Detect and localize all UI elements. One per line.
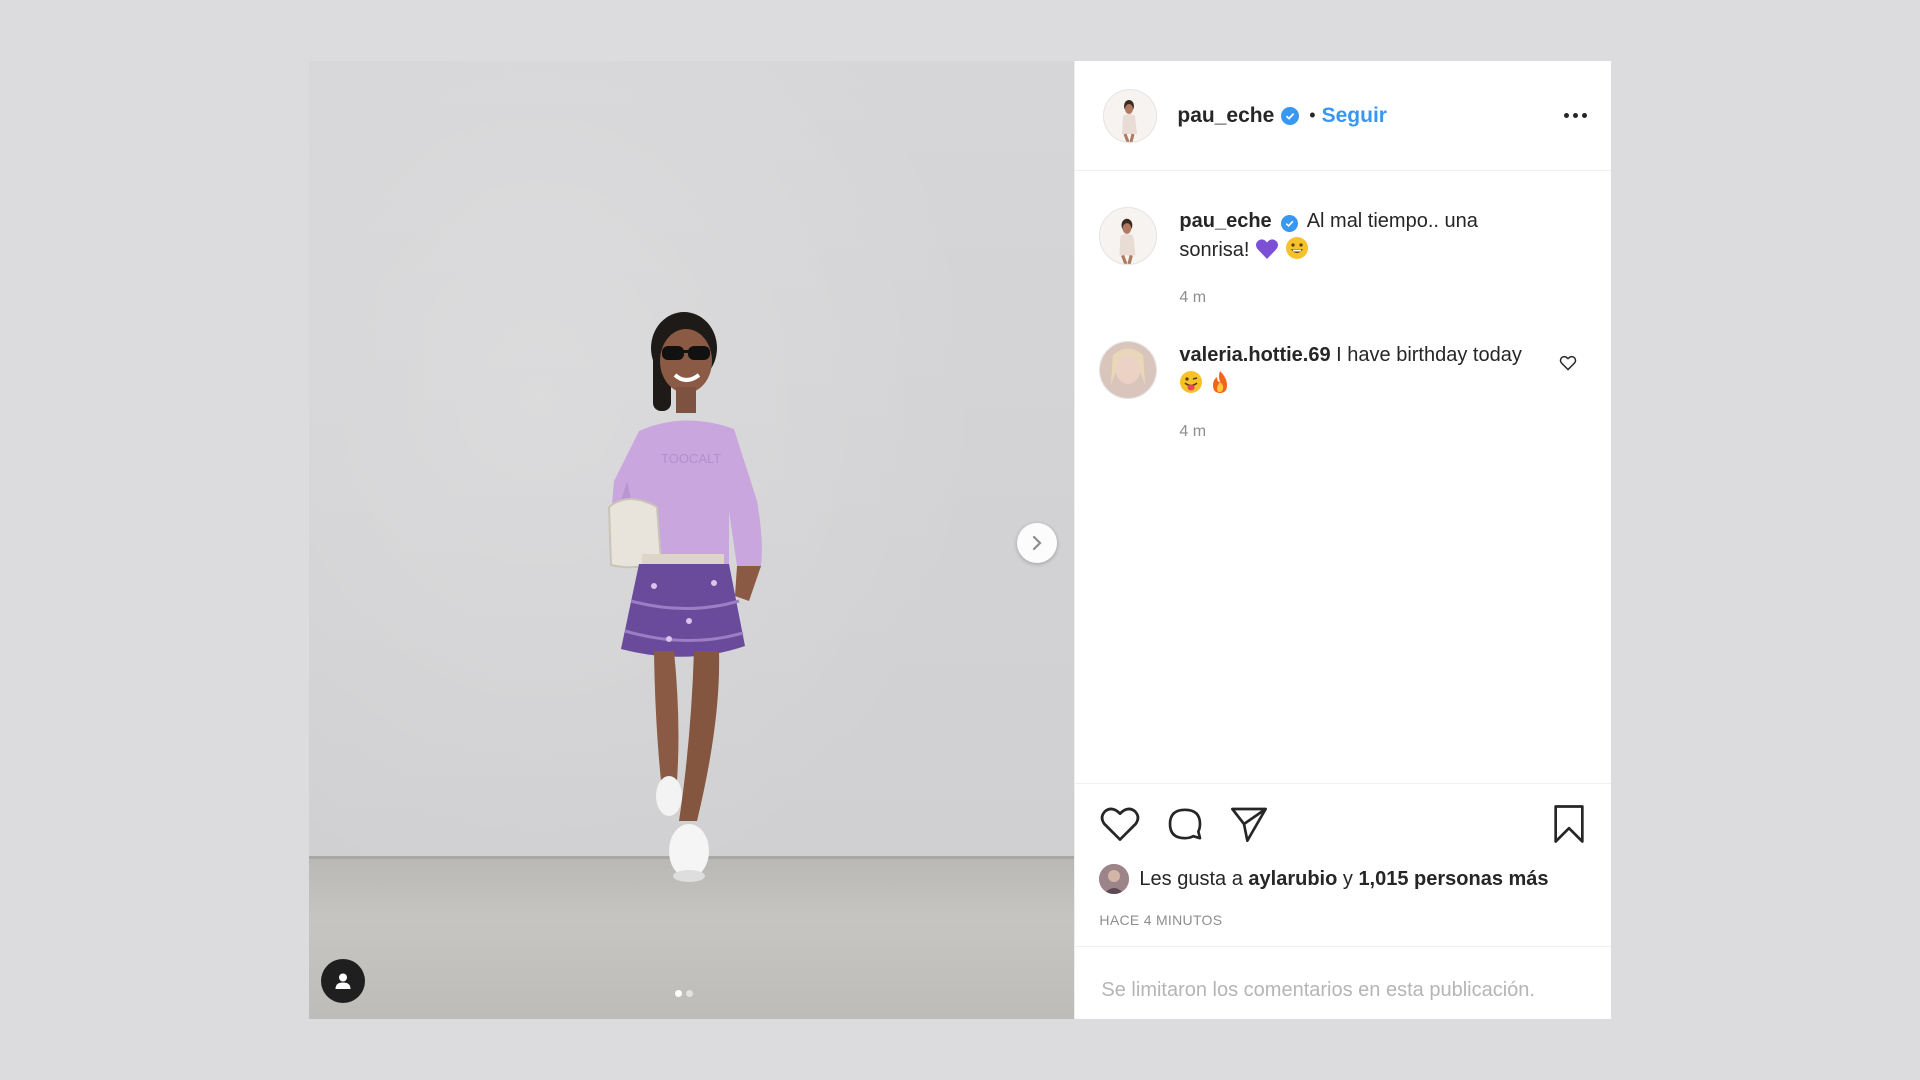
share-button[interactable] (1229, 805, 1269, 843)
caption-author-avatar[interactable] (1099, 207, 1158, 265)
liker-avatar[interactable] (1099, 864, 1130, 894)
carousel-dot (686, 990, 693, 997)
comment-button[interactable] (1165, 804, 1205, 844)
instagram-post: TOOCALT pau_eche • Seguir pau_eche Al ma… (309, 61, 1611, 1019)
heart-icon (1559, 355, 1577, 371)
heart-icon (1101, 807, 1140, 841)
follow-button[interactable]: Seguir (1322, 104, 1387, 128)
commenter-avatar[interactable] (1099, 341, 1158, 399)
comment-text-line: valeria.hottie.69 I have birthday today (1179, 341, 1529, 399)
caption-time: 4 m (1179, 289, 1207, 306)
comment-body: valeria.hottie.69 I have birthday today (1179, 341, 1529, 441)
verified-badge-icon (1281, 106, 1300, 125)
caption-text-line: pau_eche Al mal tiempo.. una sonrisa! (1179, 207, 1529, 265)
likes-summary: Les gusta a aylarubio y 1,015 personas m… (1099, 864, 1587, 894)
carousel-indicator (675, 990, 693, 997)
caption-body: pau_eche Al mal tiempo.. una sonrisa! 4 … (1179, 207, 1529, 307)
bookmark-icon (1554, 805, 1584, 843)
author-username[interactable]: pau_eche (1177, 104, 1274, 128)
carousel-dot-active (675, 990, 682, 997)
like-button[interactable] (1099, 805, 1141, 843)
post-actions: Les gusta a aylarubio y 1,015 personas m… (1075, 783, 1611, 1019)
comment-icon (1169, 808, 1202, 840)
commenter-avatar-image (1100, 342, 1157, 398)
post-side-panel: pau_eche • Seguir pau_eche Al mal tiempo… (1074, 61, 1611, 1019)
paper-plane-icon (1231, 807, 1268, 842)
likes-prefix: Les gusta a (1139, 867, 1243, 890)
purple-heart-icon (1255, 239, 1279, 259)
tongue-face-icon (1180, 371, 1203, 393)
comment-text: I have birthday today (1336, 344, 1522, 366)
first-liker-username[interactable]: aylarubio (1248, 868, 1337, 891)
user-tag-button[interactable] (321, 959, 365, 1003)
commenter-username[interactable]: valeria.hottie.69 (1179, 344, 1330, 366)
likes-conjunction: y (1342, 867, 1353, 890)
comment-time: 4 m (1179, 423, 1207, 440)
photo-woman-figure: TOOCALT (607, 312, 762, 882)
comments-limited-notice: Se limitaron los comentarios en esta pub… (1075, 946, 1611, 1002)
author-avatar-image (1104, 89, 1157, 142)
caption-avatar-image (1100, 208, 1157, 264)
chevron-right-icon (1032, 535, 1042, 551)
comment-item: valeria.hottie.69 I have birthday today (1099, 341, 1587, 441)
liker-avatar-image (1099, 864, 1130, 894)
author-avatar[interactable] (1103, 88, 1158, 143)
verified-badge-icon (1281, 215, 1299, 232)
fire-icon (1212, 371, 1227, 393)
likes-count-link[interactable]: 1,015 personas más (1358, 868, 1548, 891)
caption-username[interactable]: pau_eche (1179, 210, 1271, 232)
caption: pau_eche Al mal tiempo.. una sonrisa! 4 … (1099, 207, 1587, 307)
action-icons (1099, 802, 1587, 846)
post-timestamp: HACE 4 MINUTOS (1099, 912, 1223, 928)
save-button[interactable] (1551, 804, 1587, 844)
comments-section: pau_eche Al mal tiempo.. una sonrisa! 4 … (1075, 171, 1611, 783)
more-options-icon[interactable] (1564, 105, 1587, 126)
post-photo[interactable]: TOOCALT (309, 61, 1075, 1019)
next-photo-button[interactable] (1017, 523, 1057, 563)
comment-like-button[interactable] (1559, 355, 1577, 376)
svg-text:TOOCALT: TOOCALT (661, 451, 721, 466)
grinning-face-icon (1285, 237, 1308, 259)
header-separator: • (1309, 105, 1316, 125)
user-tag-icon (335, 973, 351, 989)
post-header: pau_eche • Seguir (1075, 61, 1611, 171)
